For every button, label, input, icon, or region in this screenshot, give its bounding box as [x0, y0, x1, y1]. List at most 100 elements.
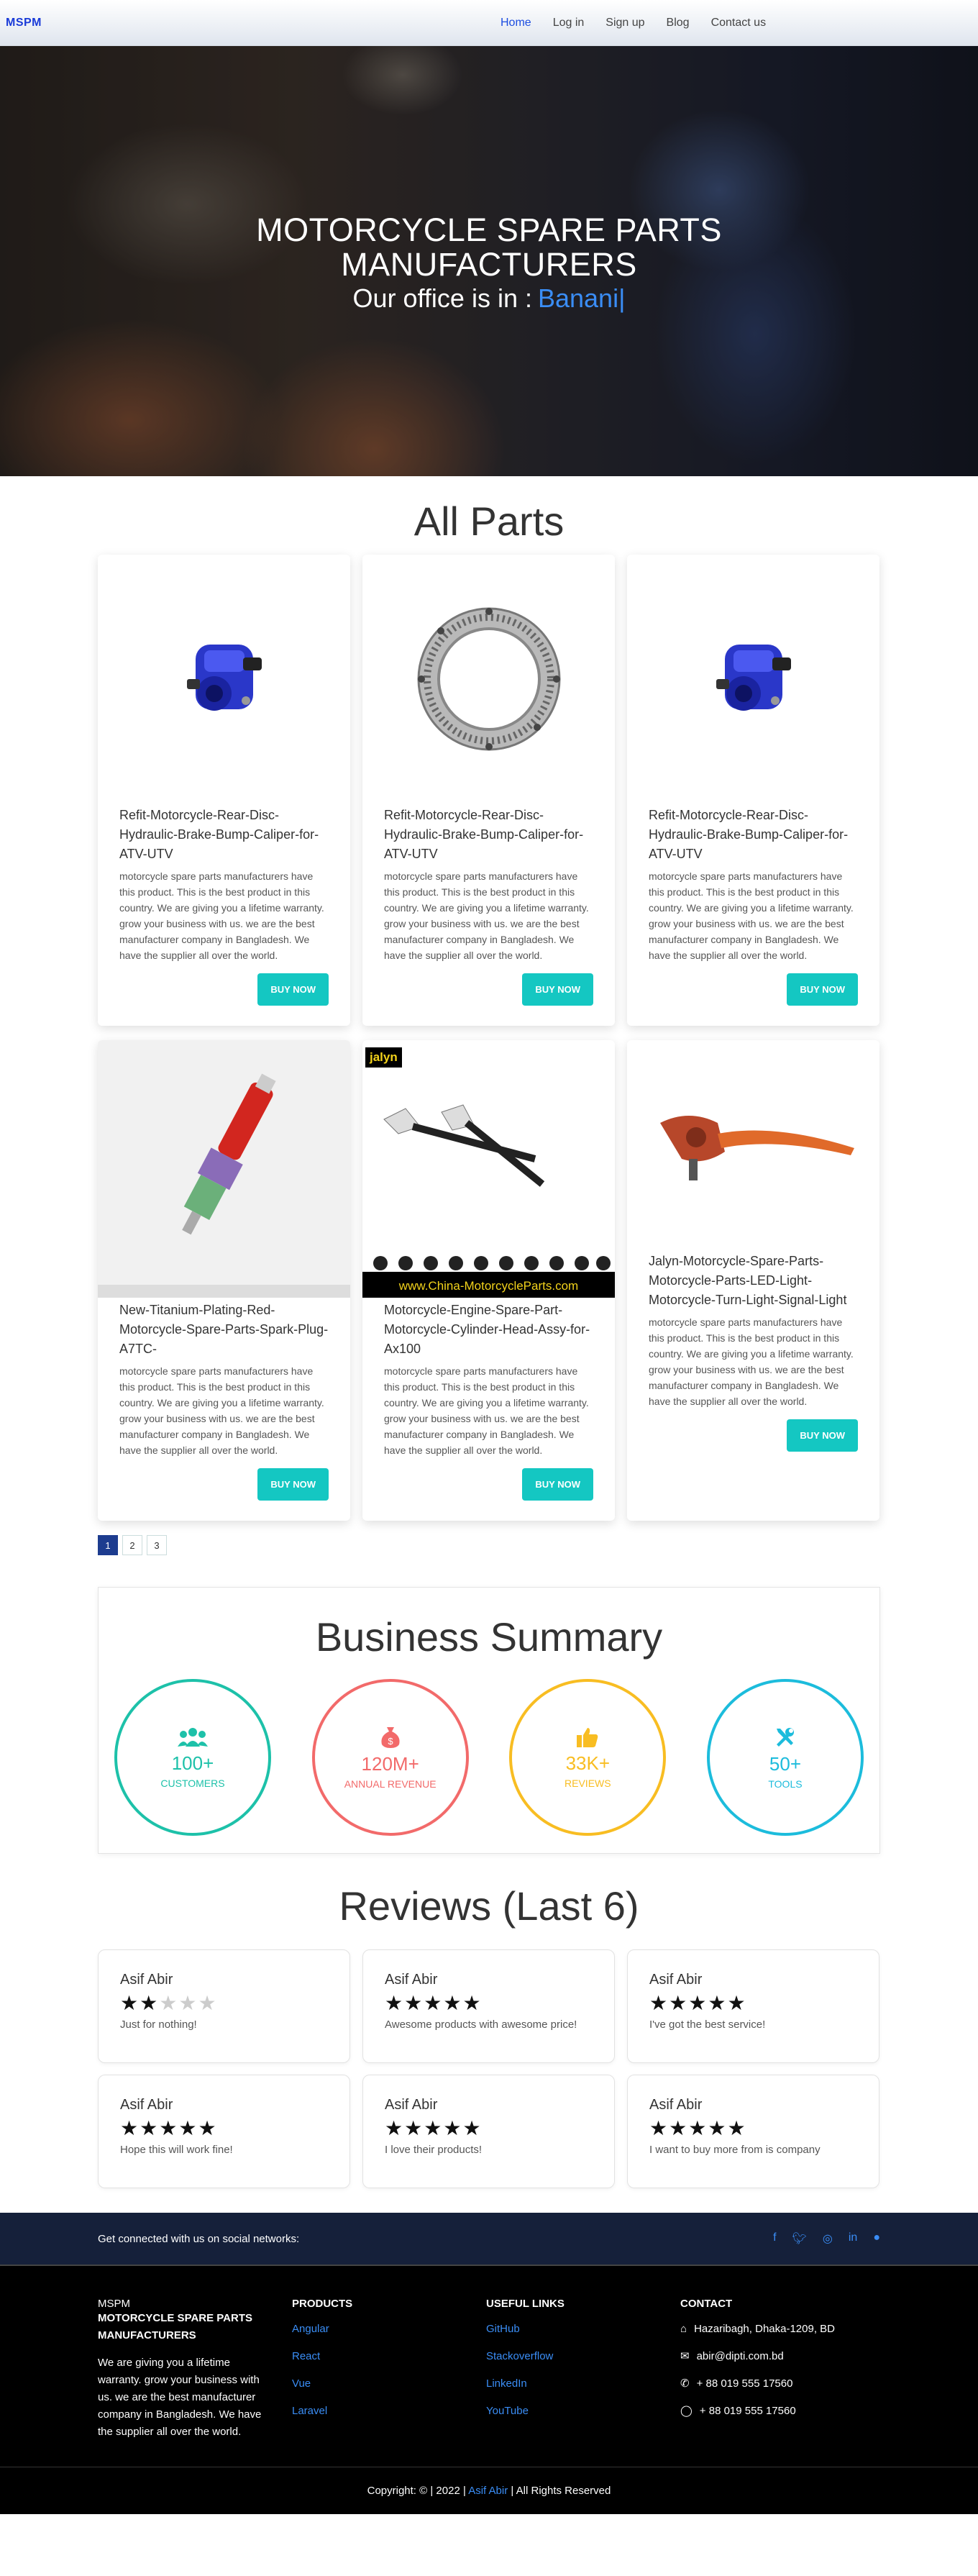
hero-text: MOTORCYCLE SPARE PARTS MANUFACTURERS Our… [0, 213, 978, 314]
phone-text: + 88 019 555 17560 [696, 2377, 793, 2390]
hero-banner: MOTORCYCLE SPARE PARTS MANUFACTURERS Our… [0, 46, 978, 476]
buy-now-button[interactable]: BUY NOW [257, 1468, 329, 1501]
star-icon: ★ [649, 1992, 669, 2014]
footer-contact: CONTACT ⌂ Hazaribagh, Dhaka-1209, BD ✉ abi… [680, 2298, 874, 2441]
copyright-prefix: Copyright: © | 2022 | [367, 2485, 466, 2497]
star-icon: ★ [159, 1992, 179, 2014]
navbar: MSPM Home Log in Sign up Blog Contact us [0, 0, 978, 46]
star-icon: ★ [424, 2117, 444, 2139]
contact-phone: ✆ + 88 019 555 17560 [680, 2377, 874, 2390]
linkedin-icon[interactable]: in [849, 2231, 857, 2246]
social-bar: Get connected with us on social networks… [0, 2213, 978, 2265]
footer-columns: MSPM MOTORCYCLE SPARE PARTS MANUFACTURER… [98, 2298, 880, 2441]
star-rating: ★★★★★ [120, 1993, 328, 2014]
review-text: I've got the best service! [649, 2019, 766, 2031]
part-description: motorcycle spare parts manufacturers hav… [649, 1316, 854, 1407]
part-title: New-Titanium-Plating-Red-Motorcycle-Spar… [119, 1303, 329, 1356]
page-button-2[interactable]: 2 [122, 1535, 142, 1555]
part-description: motorcycle spare parts manufacturers hav… [119, 1365, 324, 1456]
part-card: New-Titanium-Plating-Red-Motorcycle-Spar… [98, 1040, 350, 1521]
stat-label: REVIEWS [565, 1777, 611, 1789]
part-image-spark-plug [98, 1040, 350, 1298]
email-text: abir@dipti.com.bd [696, 2349, 784, 2362]
buy-now-button[interactable]: BUY NOW [787, 973, 858, 1006]
stat-tools: 50+ TOOLS [706, 1679, 864, 1836]
star-icon: ★ [120, 2117, 140, 2139]
footer-contact-title: CONTACT [680, 2298, 733, 2310]
reviewer-name: Asif Abir [120, 2097, 173, 2113]
star-rating: ★★★★★ [649, 1993, 857, 2014]
review-card: Asif Abir ★★★★★ I've got the best servic… [627, 1949, 879, 2063]
copyright-author-link[interactable]: Asif Abir [468, 2485, 508, 2497]
github-icon[interactable]: ● [873, 2231, 880, 2246]
star-icon: ★ [727, 1992, 747, 2014]
social-text: Get connected with us on social networks… [98, 2232, 300, 2245]
star-rating: ★★★★★ [385, 1993, 593, 2014]
reviewer-name: Asif Abir [120, 1972, 173, 1988]
reviews-grid: Asif Abir ★★★★★ Just for nothing! Asif A… [98, 1949, 880, 2188]
parts-section: All Parts Refit-Motorcycle-Rear-Disc-Hyd… [0, 476, 978, 1555]
whatsapp-text: + 88 019 555 17560 [699, 2404, 796, 2417]
footer-link-stackoverflow[interactable]: Stackoverflow [486, 2350, 680, 2362]
part-card: Refit-Motorcycle-Rear-Disc-Hydraulic-Bra… [362, 555, 615, 1026]
instagram-icon[interactable]: ◎ [823, 2231, 833, 2246]
review-card: Asif Abir ★★★★★ Hope this will work fine… [98, 2075, 350, 2188]
page-button-3[interactable]: 3 [147, 1535, 167, 1555]
twitter-icon[interactable]: 🐦︎ [792, 2231, 807, 2246]
review-text: I want to buy more from is company [649, 2144, 821, 2156]
address-text: Hazaribagh, Dhaka-1209, BD [694, 2323, 836, 2335]
footer-link-linkedin[interactable]: LinkedIn [486, 2377, 680, 2390]
part-description: motorcycle spare parts manufacturers hav… [119, 870, 324, 961]
stat-customers: 100+ CUSTOMERS [114, 1679, 271, 1836]
reviewer-name: Asif Abir [649, 2097, 703, 2113]
part-card: jalyn www.China-MotorcycleParts.com Moto… [362, 1040, 615, 1521]
copyright: Copyright: © | 2022 | Asif Abir | All Ri… [0, 2467, 978, 2514]
star-icon: ★ [404, 2117, 424, 2139]
tools-icon [776, 1727, 794, 1747]
review-card: Asif Abir ★★★★★ I love their products! [362, 2075, 615, 2188]
footer-link-react[interactable]: React [292, 2350, 486, 2362]
nav-home[interactable]: Home [501, 17, 531, 29]
buy-now-button[interactable]: BUY NOW [522, 973, 593, 1006]
home-icon: ⌂ [680, 2323, 687, 2335]
nav-contact[interactable]: Contact us [711, 17, 766, 29]
nav-blog[interactable]: Blog [667, 17, 690, 29]
part-description: motorcycle spare parts manufacturers hav… [384, 1365, 589, 1456]
star-icon: ★ [159, 2117, 179, 2139]
stat-revenue: $ 120M+ ANNUAL REVENUE [311, 1679, 469, 1836]
page-button-1[interactable]: 1 [98, 1535, 118, 1555]
buy-now-button[interactable]: BUY NOW [522, 1468, 593, 1501]
footer-brand-full: MOTORCYCLE SPARE PARTS MANUFACTURERS [98, 2312, 253, 2341]
star-icon: ★ [708, 1992, 728, 2014]
brand-logo[interactable]: MSPM [6, 17, 42, 29]
buy-now-button[interactable]: BUY NOW [787, 1419, 858, 1452]
nav-login[interactable]: Log in [553, 17, 585, 29]
part-title: Refit-Motorcycle-Rear-Disc-Hydraulic-Bra… [119, 808, 319, 861]
footer-link-angular[interactable]: Angular [292, 2323, 486, 2335]
envelope-icon: ✉ [680, 2350, 690, 2362]
footer-link-vue[interactable]: Vue [292, 2377, 486, 2390]
stat-value: 50+ [769, 1752, 802, 1775]
footer-link-github[interactable]: GitHub [486, 2323, 680, 2335]
nav-signup[interactable]: Sign up [605, 17, 644, 29]
star-icon: ★ [140, 2117, 160, 2139]
footer-link-youtube[interactable]: YouTube [486, 2405, 680, 2417]
parts-grid: Refit-Motorcycle-Rear-Disc-Hydraulic-Bra… [98, 555, 880, 1521]
stat-label: CUSTOMERS [160, 1777, 225, 1789]
review-card: Asif Abir ★★★★★ Just for nothing! [98, 1949, 350, 2063]
facebook-icon[interactable]: f [773, 2231, 776, 2246]
review-card: Asif Abir ★★★★★ I want to buy more from … [627, 2075, 879, 2188]
part-image-brake-disc [362, 555, 615, 803]
money-bag-icon: $ [381, 1726, 400, 1748]
hero-title-line2: MANUFACTURERS [341, 246, 637, 283]
star-icon: ★ [385, 2117, 405, 2139]
star-icon: ★ [140, 1992, 160, 2014]
footer-link-laravel[interactable]: Laravel [292, 2405, 486, 2417]
reviewer-name: Asif Abir [649, 1972, 703, 1988]
star-icon: ★ [198, 2117, 218, 2139]
star-icon: ★ [424, 1992, 444, 2014]
users-icon [178, 1727, 208, 1747]
parts-title: All Parts [413, 499, 565, 544]
review-text: I love their products! [385, 2144, 483, 2156]
buy-now-button[interactable]: BUY NOW [257, 973, 329, 1006]
